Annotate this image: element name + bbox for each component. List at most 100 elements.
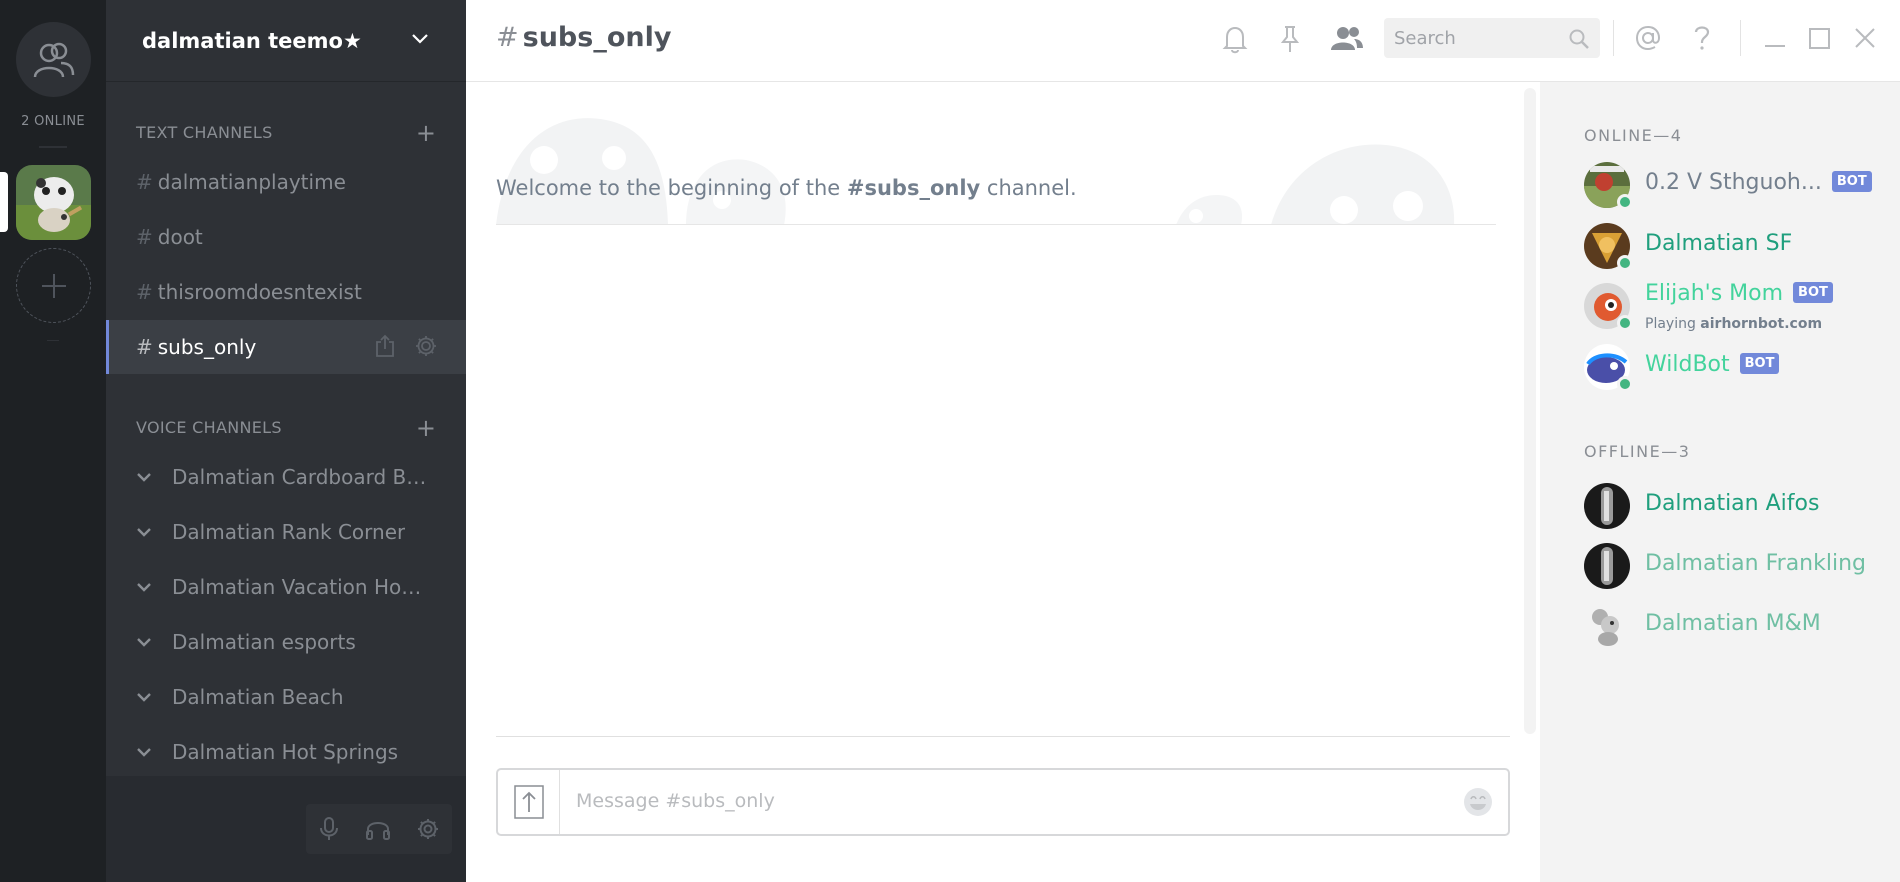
welcome-decoration [496, 118, 1455, 224]
hash-icon: # [136, 280, 153, 304]
pin-icon[interactable] [1279, 24, 1301, 54]
minimize-icon[interactable] [1764, 24, 1786, 52]
online-status-dot [1617, 255, 1633, 271]
channel-name: thisroomdoesntexist [157, 280, 362, 304]
channel-sidebar: dalmatian teemo★ TEXT CHANNELS + # dalma… [106, 0, 466, 882]
avatar [1584, 543, 1630, 589]
member-name: Dalmatian Aifos [1645, 491, 1820, 516]
channel-name: dalmatianplaytime [157, 170, 346, 194]
online-status-dot [1617, 376, 1633, 392]
hash-icon: # [136, 170, 153, 194]
voice-channel-cardboard-box[interactable]: Dalmatian Cardboard Bo... [106, 450, 466, 504]
server-icon-dalmatian-teemo[interactable] [16, 165, 91, 240]
header-divider [1740, 20, 1741, 56]
bot-badge: BOT [1831, 171, 1872, 192]
message-input[interactable]: Message #subs_only [576, 790, 775, 812]
server-rail: 2 ONLINE [0, 0, 106, 882]
voice-channel-esports[interactable]: Dalmatian esports [106, 615, 466, 669]
search-icon [1569, 29, 1589, 49]
chevron-down-icon [137, 693, 151, 702]
chevron-down-icon[interactable] [410, 28, 430, 48]
voice-channel-vacation-house[interactable]: Dalmatian Vacation House [106, 560, 466, 614]
member-name: Elijah's Mom BOT [1645, 281, 1833, 306]
member-name: 0.2 V Sthguoh... BOT [1645, 170, 1872, 195]
avatar [1584, 603, 1630, 649]
hash-icon: # [496, 22, 519, 53]
bell-icon[interactable] [1222, 24, 1248, 54]
welcome-prefix: Welcome to the beginning of the [496, 176, 847, 200]
text-channels-category[interactable]: TEXT CHANNELS [136, 123, 273, 142]
message-composer: Message #subs_only [496, 768, 1510, 836]
member-item[interactable]: WildBot BOT [1584, 344, 1884, 394]
guild-name: dalmatian teemo★ [142, 28, 362, 53]
close-icon[interactable] [1853, 24, 1877, 52]
maximize-icon[interactable] [1808, 24, 1832, 52]
online-members-header: ONLINE—4 [1584, 126, 1683, 145]
channel-title-text: subs_only [522, 22, 672, 53]
voice-channel-beach[interactable]: Dalmatian Beach [106, 670, 466, 724]
voice-channels-category[interactable]: VOICE CHANNELS [136, 418, 282, 437]
help-icon[interactable] [1692, 24, 1712, 52]
chevron-down-icon [137, 583, 151, 592]
voice-channel-hot-springs[interactable]: Dalmatian Hot Springs [106, 725, 466, 779]
upload-button[interactable] [498, 770, 560, 834]
channel-name: subs_only [157, 335, 257, 359]
member-name: Dalmatian M&M [1645, 611, 1821, 636]
voice-channel-name: Dalmatian Cardboard Bo... [172, 465, 432, 489]
online-status-dot [1617, 194, 1633, 210]
guild-header[interactable]: dalmatian teemo★ [106, 0, 466, 82]
create-text-channel-button[interactable]: + [416, 121, 436, 145]
member-item[interactable]: Dalmatian Aifos [1584, 483, 1884, 533]
friends-icon [33, 42, 74, 77]
member-list-icon[interactable] [1330, 24, 1364, 52]
selected-server-indicator [0, 172, 8, 232]
bot-badge: BOT [1793, 282, 1833, 303]
online-status-dot [1617, 315, 1633, 331]
chevron-down-icon [137, 473, 151, 482]
welcome-message: Welcome to the beginning of the #subs_on… [496, 176, 1077, 200]
hash-icon: # [136, 335, 153, 359]
channel-thisroomdoesntexist[interactable]: # thisroomdoesntexist [106, 265, 466, 319]
channel-settings-gear-icon[interactable] [414, 334, 438, 358]
channel-subs-only[interactable]: # subs_only [106, 320, 466, 374]
scrollbar[interactable] [1524, 88, 1536, 734]
create-voice-channel-button[interactable]: + [416, 416, 436, 440]
user-settings-gear-icon[interactable] [416, 817, 440, 841]
member-activity: Playing airhornbot.com [1645, 316, 1823, 332]
voice-channel-rank-corner[interactable]: Dalmatian Rank Corner [106, 505, 466, 559]
channel-dalmatianplaytime[interactable]: # dalmatianplaytime [106, 155, 466, 209]
upload-icon [513, 785, 544, 819]
microphone-icon[interactable] [318, 816, 340, 842]
mentions-icon[interactable] [1634, 24, 1662, 52]
bot-badge: BOT [1739, 353, 1780, 374]
active-channel-indicator [106, 320, 109, 374]
online-count: 2 ONLINE [21, 114, 85, 129]
chevron-down-icon [137, 638, 151, 647]
emoji-picker-icon[interactable] [1462, 786, 1494, 818]
search-input[interactable]: Search [1384, 18, 1600, 58]
invite-icon[interactable] [374, 334, 396, 358]
server-avatar-image [16, 165, 91, 240]
member-name: WildBot BOT [1645, 352, 1780, 377]
member-item[interactable]: 0.2 V Sthguoh... BOT [1584, 162, 1884, 212]
channel-name: doot [157, 225, 203, 249]
direct-messages-button[interactable] [16, 22, 91, 97]
member-item[interactable]: Dalmatian Frankling [1584, 543, 1884, 593]
member-item[interactable]: Elijah's Mom BOT Playing airhornbot.com [1584, 281, 1884, 333]
plus-icon [41, 273, 66, 298]
member-name: Dalmatian SF [1645, 231, 1793, 256]
member-item[interactable]: Dalmatian M&M [1584, 603, 1884, 653]
voice-channel-name: Dalmatian Hot Springs [172, 740, 399, 764]
user-panel [106, 776, 466, 882]
member-name: Dalmatian Frankling [1645, 551, 1866, 576]
voice-channel-name: Dalmatian esports [172, 630, 356, 654]
channel-welcome: Welcome to the beginning of the #subs_on… [496, 100, 1496, 225]
hash-icon: # [136, 225, 153, 249]
channel-doot[interactable]: # doot [106, 210, 466, 264]
welcome-suffix: channel. [980, 176, 1077, 200]
add-server-button[interactable] [16, 248, 91, 323]
member-item[interactable]: Dalmatian SF [1584, 223, 1884, 273]
voice-channel-name: Dalmatian Vacation House [172, 575, 432, 599]
voice-channel-name: Dalmatian Beach [172, 685, 344, 709]
headphones-icon[interactable] [365, 817, 391, 841]
